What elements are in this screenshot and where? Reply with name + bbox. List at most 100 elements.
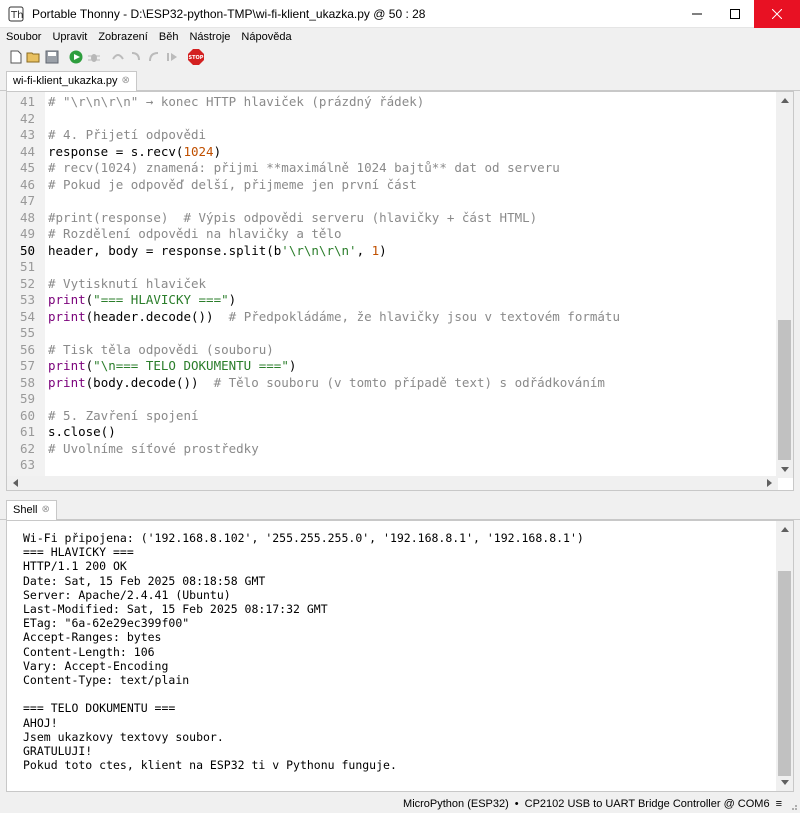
editor-vertical-scrollbar[interactable] <box>776 92 793 478</box>
line-number: 51 <box>19 259 35 274</box>
code-token: , <box>356 242 372 258</box>
code-token: #print(response) # Výpis odpovědi server… <box>48 209 538 225</box>
run-button[interactable] <box>68 49 84 65</box>
step-out-icon <box>149 52 159 62</box>
line-number: 61 <box>19 424 35 439</box>
line-number: 63 <box>19 457 35 472</box>
editor-tab[interactable]: wi-fi-klient_ukazka.py ⊗ <box>6 71 137 92</box>
code-text: s.close() <box>48 424 116 441</box>
debug-button[interactable] <box>86 49 102 65</box>
maximize-button[interactable] <box>716 0 754 28</box>
code-token: # "\r\n\r\n" → konec HTTP hlaviček (práz… <box>48 94 425 109</box>
line-number: 44 <box>19 143 35 159</box>
menu-upravit[interactable]: Upravit <box>46 31 92 43</box>
shell-console[interactable]: Wi-Fi připojena: ('192.168.8.102', '255.… <box>6 520 794 792</box>
debug-icon <box>88 54 100 62</box>
shell-scroll-thumb[interactable] <box>778 571 791 776</box>
title-bar: Th Portable Thonny - D:\ESP32-python-TMP… <box>0 0 800 28</box>
step-into-button[interactable] <box>128 49 144 65</box>
step-out-button[interactable] <box>146 49 162 65</box>
toolbar: STOP <box>0 46 800 68</box>
interpreter-status[interactable]: MicroPython (ESP32) <box>403 798 509 810</box>
line-number: 47 <box>19 193 35 208</box>
scroll-right-icon[interactable] <box>761 476 778 490</box>
stop-button[interactable]: STOP <box>188 49 204 65</box>
minimize-button[interactable] <box>678 0 716 28</box>
code-token: ) <box>228 292 237 307</box>
code-token: # Rozdělení odpovědi na hlavičky a tělo <box>48 226 342 241</box>
menu-beh[interactable]: Běh <box>153 31 184 43</box>
status-menu-icon[interactable]: ≡ <box>776 798 782 810</box>
port-status[interactable]: CP2102 USB to UART Bridge Controller @ C… <box>525 798 770 810</box>
code-text: header, body = response.split(b'\r\n\r\n… <box>48 243 387 260</box>
code-token: s.close() <box>48 424 116 439</box>
editor-horizontal-scrollbar[interactable] <box>7 476 778 490</box>
code-token: # Pokud je odpověď delší, přijmeme jen p… <box>48 176 417 192</box>
save-button[interactable] <box>44 49 60 65</box>
code-token: ) <box>379 242 387 258</box>
svg-text:Th: Th <box>10 10 23 21</box>
code-token: 1024 <box>183 143 214 159</box>
scroll-up-icon[interactable] <box>776 92 793 109</box>
shell-output-line: HTTP/1.1 200 OK <box>23 559 127 574</box>
line-number: 42 <box>19 110 35 126</box>
shell-output-line: Date: Sat, 15 Feb 2025 08:18:58 GMT <box>23 573 266 588</box>
scroll-up-icon[interactable] <box>776 521 793 538</box>
scroll-left-icon[interactable] <box>7 476 24 490</box>
menu-napoveda[interactable]: Nápověda <box>235 31 296 43</box>
minimize-icon <box>692 13 702 15</box>
resume-icon <box>167 53 177 61</box>
shell-tab[interactable]: Shell ⊗ <box>6 500 57 521</box>
resize-grip-icon[interactable] <box>788 801 798 811</box>
shell-output-line: Content-Length: 106 <box>23 644 155 659</box>
code-token: "\n=== TELO DOKUMENTU ===" <box>93 358 289 373</box>
menu-soubor[interactable]: Soubor <box>0 31 46 43</box>
code-editor[interactable]: 41 # "\r\n\r\n" → konec HTTP hlaviček (pr… <box>6 91 794 491</box>
editor-scroll-thumb[interactable] <box>778 320 791 460</box>
code-text: # Vytisknutí hlaviček <box>48 276 206 293</box>
line-number: 62 <box>19 440 35 456</box>
code-token: print <box>48 292 86 307</box>
line-number: 43 <box>19 127 35 142</box>
line-number: 49 <box>19 226 35 241</box>
step-into-icon <box>131 52 140 61</box>
menu-zobrazeni[interactable]: Zobrazení <box>92 31 153 43</box>
code-token: # Předpokládáme, že hlavičky jsou v text… <box>228 308 620 324</box>
code-token: # Uvolníme síťové prostředky <box>48 440 259 456</box>
thonny-app-icon: Th <box>8 6 24 22</box>
shell-vertical-scrollbar[interactable] <box>776 521 793 791</box>
code-token: # 5. Zavření spojení <box>48 407 199 423</box>
close-button[interactable] <box>754 0 800 28</box>
step-over-icon <box>112 54 124 60</box>
line-number: 50 <box>19 242 35 258</box>
code-text: response = s.recv(1024) <box>48 144 221 161</box>
line-number: 46 <box>19 176 35 192</box>
code-token: '\r\n\r\n' <box>281 242 357 258</box>
resume-button[interactable] <box>164 49 180 65</box>
scroll-down-icon[interactable] <box>776 461 793 478</box>
close-tab-icon[interactable]: ⊗ <box>122 75 130 86</box>
shell-tab-label: Shell <box>13 504 38 516</box>
close-shell-tab-icon[interactable]: ⊗ <box>41 504 49 521</box>
scroll-down-icon[interactable] <box>776 774 793 791</box>
shell-output-line: Content-Type: text/plain <box>23 673 190 687</box>
menu-nastroje[interactable]: Nástroje <box>183 31 235 43</box>
step-over-button[interactable] <box>110 49 126 65</box>
new-file-button[interactable] <box>8 49 24 65</box>
shell-output-line: AHOJ! <box>23 715 58 730</box>
shell-output-line: Wi-Fi připojena: ('192.168.8.102', '255.… <box>23 531 584 545</box>
code-text: # Tisk těla odpovědi (souboru) <box>48 342 274 359</box>
line-number: 45 <box>19 160 35 175</box>
shell-output-line: ETag: "6a-62e29ec399f00" <box>23 616 190 631</box>
code-text: # Uvolníme síťové prostředky <box>48 441 259 458</box>
code-token: # Vytisknutí hlaviček <box>48 275 207 291</box>
new-file-icon <box>10 50 22 64</box>
code-text: print(header.decode()) # Předpokládáme, … <box>48 309 620 326</box>
code-token: ) <box>213 143 222 159</box>
close-icon <box>772 9 782 19</box>
code-token: # Tisk těla odpovědi (souboru) <box>48 341 274 357</box>
code-text: # recv(1024) znamená: přijmi **maximálně… <box>48 160 560 177</box>
open-file-button[interactable] <box>26 49 42 65</box>
editor-tab-label: wi-fi-klient_ukazka.py <box>13 75 118 87</box>
code-text: # Rozdělení odpovědi na hlavičky a tělo <box>48 226 342 243</box>
